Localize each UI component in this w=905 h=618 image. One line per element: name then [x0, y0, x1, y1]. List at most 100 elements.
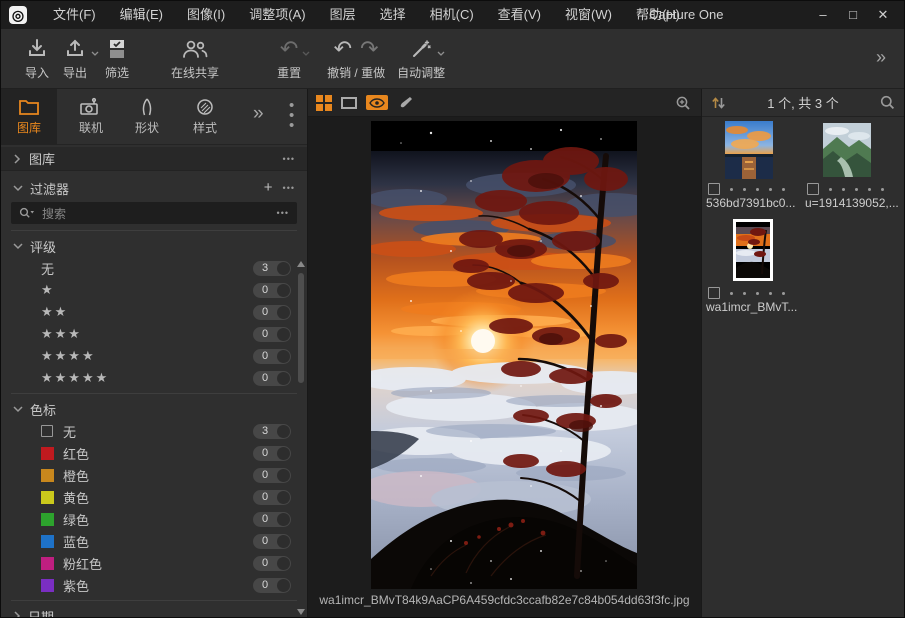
menu-view[interactable]: 查看(V) — [486, 1, 553, 29]
rating-dot[interactable] — [829, 188, 832, 191]
library-section-header[interactable]: 图库 ••• — [1, 147, 307, 171]
browser-search-icon[interactable] — [880, 95, 895, 110]
maximize-button[interactable]: □ — [838, 1, 868, 29]
rating-dot[interactable] — [756, 188, 759, 191]
sort-icon[interactable] — [711, 96, 726, 110]
color-row-yellow[interactable]: 黄色 0 — [1, 486, 307, 508]
count-toggle[interactable]: 0 — [253, 468, 291, 483]
undo-redo-button[interactable]: ↶ ↷ 撤销 / 重做 — [327, 36, 385, 81]
reset-button[interactable]: ↶ 重置 — [277, 36, 301, 81]
rating-row-2-stars[interactable]: ★★ 0 — [1, 301, 307, 323]
reset-dropdown-icon[interactable] — [302, 44, 310, 62]
scrollbar-thumb[interactable] — [298, 273, 304, 383]
tab-styles[interactable]: 样式 — [177, 89, 233, 145]
menu-select[interactable]: 选择 — [368, 1, 418, 29]
color-row-none[interactable]: 无 3 — [1, 420, 307, 442]
rating-row-4-stars[interactable]: ★★★★ 0 — [1, 345, 307, 367]
tabstrip-expand-chevron-icon[interactable]: » — [253, 103, 264, 125]
filters-menu-icon[interactable]: ••• — [283, 183, 295, 193]
rating-section-header[interactable]: 评级 — [1, 235, 307, 257]
rating-dot[interactable] — [842, 188, 845, 191]
rating-dot[interactable] — [855, 188, 858, 191]
auto-adjust-dropdown-icon[interactable] — [437, 44, 445, 62]
tab-library[interactable]: 图库 — [1, 89, 57, 145]
count-toggle[interactable]: 0 — [253, 534, 291, 549]
share-button[interactable]: 在线共享 — [171, 36, 219, 81]
auto-adjust-button[interactable]: 自动调整 — [397, 36, 445, 81]
rating-dot[interactable] — [769, 188, 772, 191]
rating-dot[interactable] — [730, 292, 733, 295]
color-row-green[interactable]: 绿色 0 — [1, 508, 307, 530]
count-toggle[interactable]: 0 — [253, 371, 291, 386]
menu-camera[interactable]: 相机(C) — [418, 1, 486, 29]
thumbnail-1-image[interactable] — [725, 121, 773, 179]
single-view-icon[interactable] — [341, 97, 357, 109]
count-toggle[interactable]: 0 — [253, 349, 291, 364]
date-section-header[interactable]: 日期 — [1, 605, 307, 617]
menu-window[interactable]: 视窗(W) — [553, 1, 624, 29]
color-row-red[interactable]: 红色 0 — [1, 442, 307, 464]
rating-dot[interactable] — [743, 292, 746, 295]
library-section-menu-icon[interactable]: ••• — [283, 154, 295, 164]
count-toggle[interactable]: 3 — [253, 424, 291, 439]
rating-row-3-stars[interactable]: ★★★ 0 — [1, 323, 307, 345]
main-image[interactable] — [371, 121, 637, 589]
toolbar-overflow-chevron-icon[interactable]: » — [876, 47, 886, 68]
rating-dot[interactable] — [743, 188, 746, 191]
count-toggle[interactable]: 0 — [253, 327, 291, 342]
menu-adjustments[interactable]: 调整项(A) — [237, 1, 317, 29]
rating-dot[interactable] — [769, 292, 772, 295]
proof-view-eye-icon[interactable] — [366, 95, 388, 110]
rating-dot[interactable] — [756, 292, 759, 295]
rating-dot[interactable] — [782, 292, 785, 295]
import-button[interactable]: 导入 — [25, 36, 49, 81]
filters-section-header[interactable]: 过滤器 + ••• — [1, 177, 307, 199]
count-toggle[interactable]: 0 — [253, 446, 291, 461]
export-button[interactable]: 导出 — [63, 36, 87, 81]
rating-dot[interactable] — [730, 188, 733, 191]
search-input[interactable]: 搜索 ••• — [11, 202, 297, 224]
rating-row-none[interactable]: 无 3 — [1, 257, 307, 279]
menu-layers[interactable]: 图层 — [318, 1, 368, 29]
color-row-orange[interactable]: 橙色 0 — [1, 464, 307, 486]
undo-icon[interactable]: ↶ — [334, 38, 352, 60]
rating-dot[interactable] — [868, 188, 871, 191]
minimize-button[interactable]: – — [808, 1, 838, 29]
thumbnail-1-checkbox[interactable] — [708, 183, 720, 195]
close-button[interactable]: ✕ — [868, 1, 898, 29]
color-row-blue[interactable]: 蓝色 0 — [1, 530, 307, 552]
menu-image[interactable]: 图像(I) — [175, 1, 237, 29]
add-filter-icon[interactable]: + — [264, 181, 273, 195]
scroll-up-icon[interactable] — [297, 261, 305, 267]
brush-cursor-icon[interactable] — [397, 95, 413, 111]
count-toggle[interactable]: 0 — [253, 490, 291, 505]
tab-capture[interactable]: 联机 — [63, 89, 119, 145]
count-toggle[interactable]: 0 — [253, 578, 291, 593]
search-options-icon[interactable]: ••• — [277, 208, 289, 218]
thumbnail-3-image[interactable] — [736, 222, 770, 278]
menu-edit[interactable]: 编辑(E) — [108, 1, 175, 29]
thumbnail-3-checkbox[interactable] — [708, 287, 720, 299]
count-toggle[interactable]: 0 — [253, 556, 291, 571]
count-toggle[interactable]: 0 — [253, 512, 291, 527]
color-tag-section-header[interactable]: 色标 — [1, 398, 307, 420]
color-row-pink[interactable]: 粉红色 0 — [1, 552, 307, 574]
thumbnail-2-image[interactable] — [823, 123, 871, 177]
export-dropdown-icon[interactable] — [91, 44, 99, 62]
sidebar-scrollbar[interactable] — [297, 261, 306, 615]
redo-icon[interactable]: ↷ — [360, 38, 378, 60]
thumbnail-3-selection-border[interactable] — [733, 219, 773, 281]
color-row-purple[interactable]: 紫色 0 — [1, 574, 307, 596]
grid-view-icon[interactable] — [316, 95, 332, 111]
count-toggle[interactable]: 0 — [253, 283, 291, 298]
cull-button[interactable]: 筛选 — [105, 36, 129, 81]
scroll-down-icon[interactable] — [297, 609, 305, 615]
tab-shapes[interactable]: 形状 — [119, 89, 175, 145]
count-toggle[interactable]: 0 — [253, 305, 291, 320]
thumbnail-2-checkbox[interactable] — [807, 183, 819, 195]
tabstrip-menu-icon[interactable]: ••• — [289, 101, 294, 131]
rating-dot[interactable] — [782, 188, 785, 191]
viewer-zoom-icon[interactable] — [675, 95, 691, 116]
rating-row-1-star[interactable]: ★ 0 — [1, 279, 307, 301]
count-toggle[interactable]: 3 — [253, 261, 291, 276]
